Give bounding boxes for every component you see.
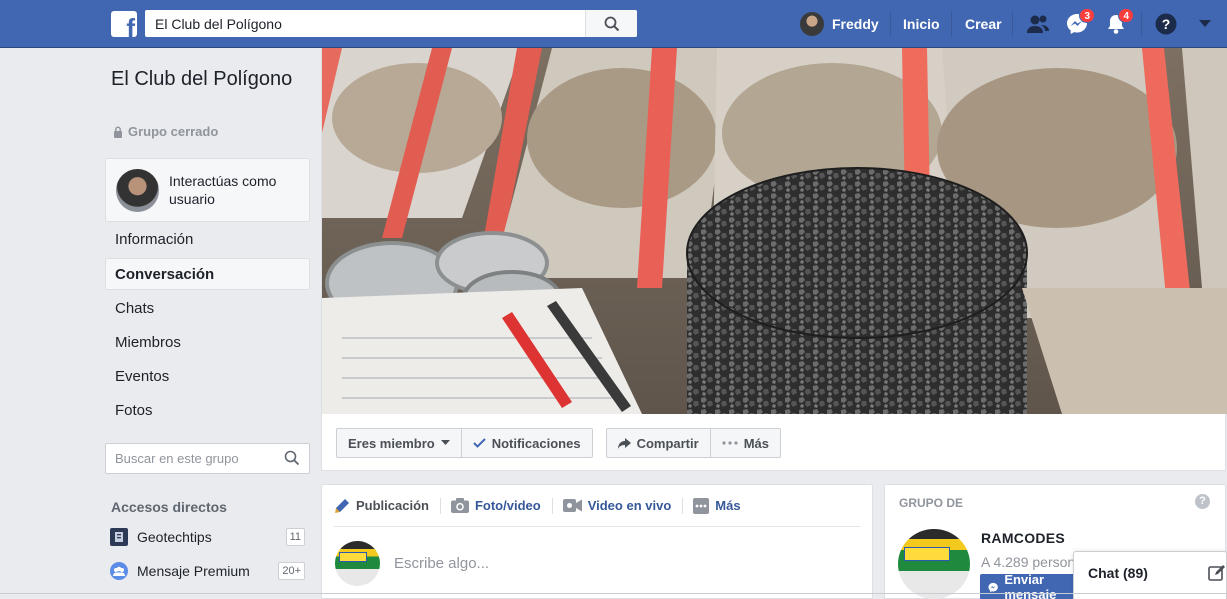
send-message-label: Enviar mensaje xyxy=(1004,572,1057,599)
member-button[interactable]: Eres miembro xyxy=(337,429,461,457)
shortcut-label: Mensaje Premium xyxy=(137,563,250,579)
send-message-button[interactable]: Enviar mensaje xyxy=(980,572,1080,599)
checkmark-icon xyxy=(472,438,486,448)
group-navigation: Información Conversación Chats Miembros … xyxy=(105,224,310,430)
group-search-box xyxy=(105,443,310,474)
group-name[interactable]: El Club del Polígono xyxy=(111,66,301,92)
nav-item-fotos[interactable]: Fotos xyxy=(105,395,310,427)
svg-text:?: ? xyxy=(1162,16,1171,32)
shortcut-count: 20+ xyxy=(278,562,305,580)
tab-label: Video en vivo xyxy=(587,498,672,513)
composer-placeholder[interactable]: Escribe algo... xyxy=(394,555,489,572)
search-input[interactable] xyxy=(145,10,585,37)
divider xyxy=(951,12,952,36)
divider xyxy=(1141,12,1142,36)
account-menu-button[interactable] xyxy=(1193,12,1217,36)
create-link[interactable]: Crear xyxy=(965,16,1002,32)
share-button[interactable]: Compartir xyxy=(607,429,710,457)
composer-input-row[interactable]: Escribe algo... xyxy=(335,541,489,586)
search-button[interactable] xyxy=(585,10,637,37)
shortcut-label: Geotechtips xyxy=(137,529,212,545)
group-privacy: Grupo cerrado xyxy=(113,124,218,139)
group-header-panel: Eres miembro Notificaciones Compartir Má… xyxy=(321,48,1227,471)
page-name[interactable]: RAMCODES xyxy=(981,530,1065,546)
friend-requests-button[interactable] xyxy=(1026,12,1050,36)
membership-button-group: Eres miembro Notificaciones xyxy=(336,428,593,458)
divider xyxy=(0,593,1227,594)
friend-requests-icon xyxy=(1027,15,1049,33)
page-icon xyxy=(110,528,128,546)
nav-item-informacion[interactable]: Información xyxy=(105,224,310,256)
facebook-logo-icon[interactable]: f xyxy=(111,11,137,37)
nav-item-eventos[interactable]: Eventos xyxy=(105,361,310,393)
more-dots-icon xyxy=(693,497,710,514)
tab-video-en-vivo[interactable]: Video en vivo xyxy=(551,498,683,514)
interact-as-label: Interactúas como usuario xyxy=(169,173,277,207)
page-avatar[interactable] xyxy=(898,529,970,599)
profile-link[interactable]: Freddy xyxy=(800,12,879,36)
share-arrow-icon xyxy=(617,437,631,449)
more-dots-icon xyxy=(722,441,738,445)
post-composer: Publicación Foto/video Video en vivo Más… xyxy=(321,484,873,599)
notifications-settings-button[interactable]: Notificaciones xyxy=(460,429,592,457)
more-options-button[interactable]: Más xyxy=(709,429,780,457)
interact-as-switcher[interactable]: Interactúas como usuario xyxy=(105,158,310,222)
more-label: Más xyxy=(743,435,769,451)
chat-label: Chat (89) xyxy=(1088,565,1148,581)
shortcut-geotechtips[interactable]: Geotechtips 11 xyxy=(110,526,305,548)
messages-button[interactable]: 3 xyxy=(1065,8,1095,36)
tab-label: Foto/video xyxy=(474,498,541,513)
help-icon: ? xyxy=(1155,13,1177,35)
messages-badge: 3 xyxy=(1079,8,1095,23)
share-label: Compartir xyxy=(636,435,699,451)
search-icon[interactable] xyxy=(284,450,300,466)
notifications-label: Notificaciones xyxy=(491,435,581,451)
divider xyxy=(1012,12,1013,36)
help-icon[interactable]: ? xyxy=(1195,494,1210,509)
caret-down-icon xyxy=(440,440,450,445)
camera-icon xyxy=(450,498,469,513)
share-button-group: Compartir Más xyxy=(605,428,781,458)
shortcut-count: 11 xyxy=(285,528,305,546)
notifications-badge: 4 xyxy=(1118,8,1134,23)
new-message-icon[interactable] xyxy=(1208,564,1226,582)
card-title: GRUPO DE xyxy=(899,496,964,510)
shortcuts-heading: Accesos directos xyxy=(111,499,227,515)
page-likes-text: A 4.289 personas xyxy=(981,554,1073,570)
tab-mas[interactable]: Más xyxy=(682,497,751,514)
cover-photo[interactable] xyxy=(322,48,1227,414)
video-camera-icon xyxy=(562,499,582,512)
tab-label: Más xyxy=(715,498,741,513)
tab-foto-video[interactable]: Foto/video xyxy=(439,498,552,514)
chat-sidebar-tab[interactable]: Chat (89) xyxy=(1073,551,1227,599)
lock-icon xyxy=(114,126,122,138)
cover-image xyxy=(322,48,1227,414)
search-box xyxy=(145,10,637,37)
member-label: Eres miembro xyxy=(348,435,435,451)
pencil-icon xyxy=(335,498,349,513)
notifications-button[interactable]: 4 xyxy=(1104,8,1134,36)
help-button[interactable]: ? xyxy=(1154,12,1178,36)
group-search-input[interactable] xyxy=(106,444,276,473)
avatar xyxy=(800,12,824,36)
shortcut-mensaje-premium[interactable]: Mensaje Premium 20+ xyxy=(110,560,305,582)
search-icon xyxy=(604,16,619,31)
avatar xyxy=(116,168,159,212)
divider xyxy=(890,12,891,36)
home-link[interactable]: Inicio xyxy=(903,16,940,32)
group-type-label: Grupo cerrado xyxy=(128,124,219,139)
top-navigation-bar: f Freddy Inicio Crear 3 4 ? xyxy=(0,0,1227,48)
tab-label: Publicación xyxy=(356,498,429,513)
composer-tabs: Publicación Foto/video Video en vivo Más xyxy=(334,485,860,527)
group-actions: Eres miembro Notificaciones Compartir Má… xyxy=(336,428,781,458)
nav-item-miembros[interactable]: Miembros xyxy=(105,327,310,359)
caret-down-icon xyxy=(1199,20,1211,27)
messenger-icon xyxy=(988,582,998,592)
group-icon xyxy=(110,562,128,580)
nav-item-conversacion[interactable]: Conversación xyxy=(105,258,310,291)
user-name: Freddy xyxy=(832,16,879,32)
tab-publicacion[interactable]: Publicación xyxy=(334,498,440,514)
nav-item-chats[interactable]: Chats xyxy=(105,293,310,325)
avatar xyxy=(335,541,380,586)
